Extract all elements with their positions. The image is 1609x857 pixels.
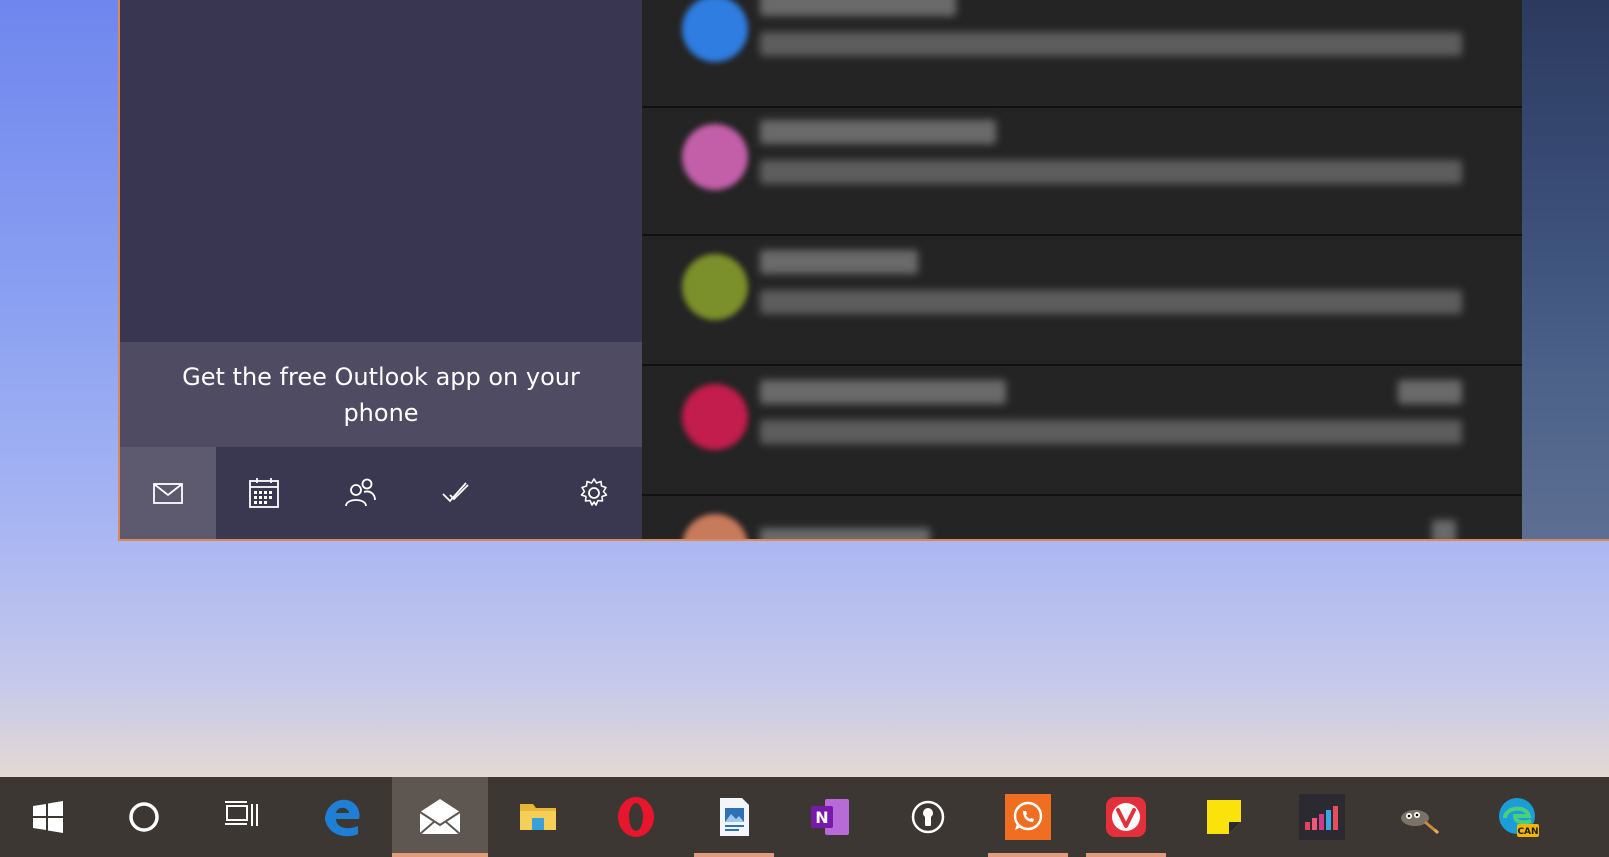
windows-start-icon [33,801,63,833]
canary-badge-text: CAN [1517,827,1538,837]
onenote-icon: N [811,799,849,835]
sender-avatar [682,514,748,539]
sender-avatar [682,384,748,450]
taskbar-mail[interactable] [392,777,488,857]
taskbar: N CAN [0,777,1609,857]
taskbar-file-explorer[interactable] [498,777,578,857]
running-indicator [392,853,488,857]
taskbar-task-view-button[interactable] [200,777,280,857]
message-list-item[interactable] [642,498,1522,539]
running-indicator [1086,853,1166,857]
sticky-notes-icon [1207,800,1241,834]
redacted-sender [760,0,956,16]
redacted-sender [760,120,996,144]
taskbar-gimp[interactable] [1378,777,1458,857]
message-list [642,0,1522,539]
taskbar-edge-canary[interactable]: CAN [1478,777,1558,857]
task-view-icon [225,801,258,826]
sender-avatar [682,254,748,320]
settings-nav-button[interactable] [546,447,642,539]
people-icon [345,478,376,507]
message-list-item[interactable] [642,0,1522,108]
cortana-search-icon [129,802,159,832]
redacted-sender [760,250,918,274]
taskbar-vivaldi[interactable] [1086,777,1166,857]
redacted-preview [760,290,1462,314]
calendar-nav-button[interactable] [216,447,312,539]
redacted-sender [760,380,1006,404]
promo-text: Get the free Outlook app on your phone [182,362,580,427]
mail-window: Get the free Outlook app on your phone [118,0,1609,541]
vivaldi-icon [1106,797,1146,837]
redacted-date [1398,380,1462,404]
taskbar-search-button[interactable] [104,777,184,857]
todo-icon [442,482,469,503]
mail-nav-button[interactable] [120,447,216,539]
mail-icon [153,483,183,504]
taskbar-edge[interactable] [302,777,382,857]
running-indicator [988,853,1068,857]
people-nav-button[interactable] [312,447,408,539]
file-explorer-icon [520,804,556,830]
taskbar-password-manager[interactable] [888,777,968,857]
todo-nav-button[interactable] [408,447,504,539]
edge-icon [325,799,360,837]
whatsapp-icon [1005,794,1051,840]
redacted-preview [760,420,1462,444]
outlook-app-promo[interactable]: Get the free Outlook app on your phone [120,342,642,447]
mail-bottom-nav [120,447,642,539]
taskbar-start-button[interactable] [8,777,88,857]
password-manager-icon [911,800,945,834]
edge-canary-icon: CAN [1499,798,1539,837]
taskbar-onenote[interactable]: N [790,777,870,857]
running-indicator [694,853,774,857]
redacted-preview [760,32,1462,56]
taskbar-opera[interactable] [596,777,676,857]
taskbar-sticky-notes[interactable] [1184,777,1264,857]
sender-avatar [682,124,748,190]
message-list-item[interactable] [642,108,1522,236]
taskbar-whatsapp[interactable] [988,777,1068,857]
taskbar-deezer[interactable] [1282,777,1362,857]
calendar-icon [249,478,279,508]
sender-avatar [682,0,748,62]
message-list-item[interactable] [642,238,1522,366]
image-viewer-icon [720,798,749,836]
opera-icon [618,797,654,837]
mail-navigation-pane: Get the free Outlook app on your phone [120,0,642,539]
redacted-date [1432,520,1456,539]
gimp-icon [1401,810,1440,835]
taskbar-image-viewer[interactable] [694,777,774,857]
redacted-preview [760,160,1462,184]
settings-icon [580,478,608,506]
svg-text:N: N [815,808,828,827]
redacted-sender [760,528,930,539]
message-list-item[interactable] [642,368,1522,496]
deezer-icon [1299,794,1345,840]
mail-app-icon [419,799,461,835]
